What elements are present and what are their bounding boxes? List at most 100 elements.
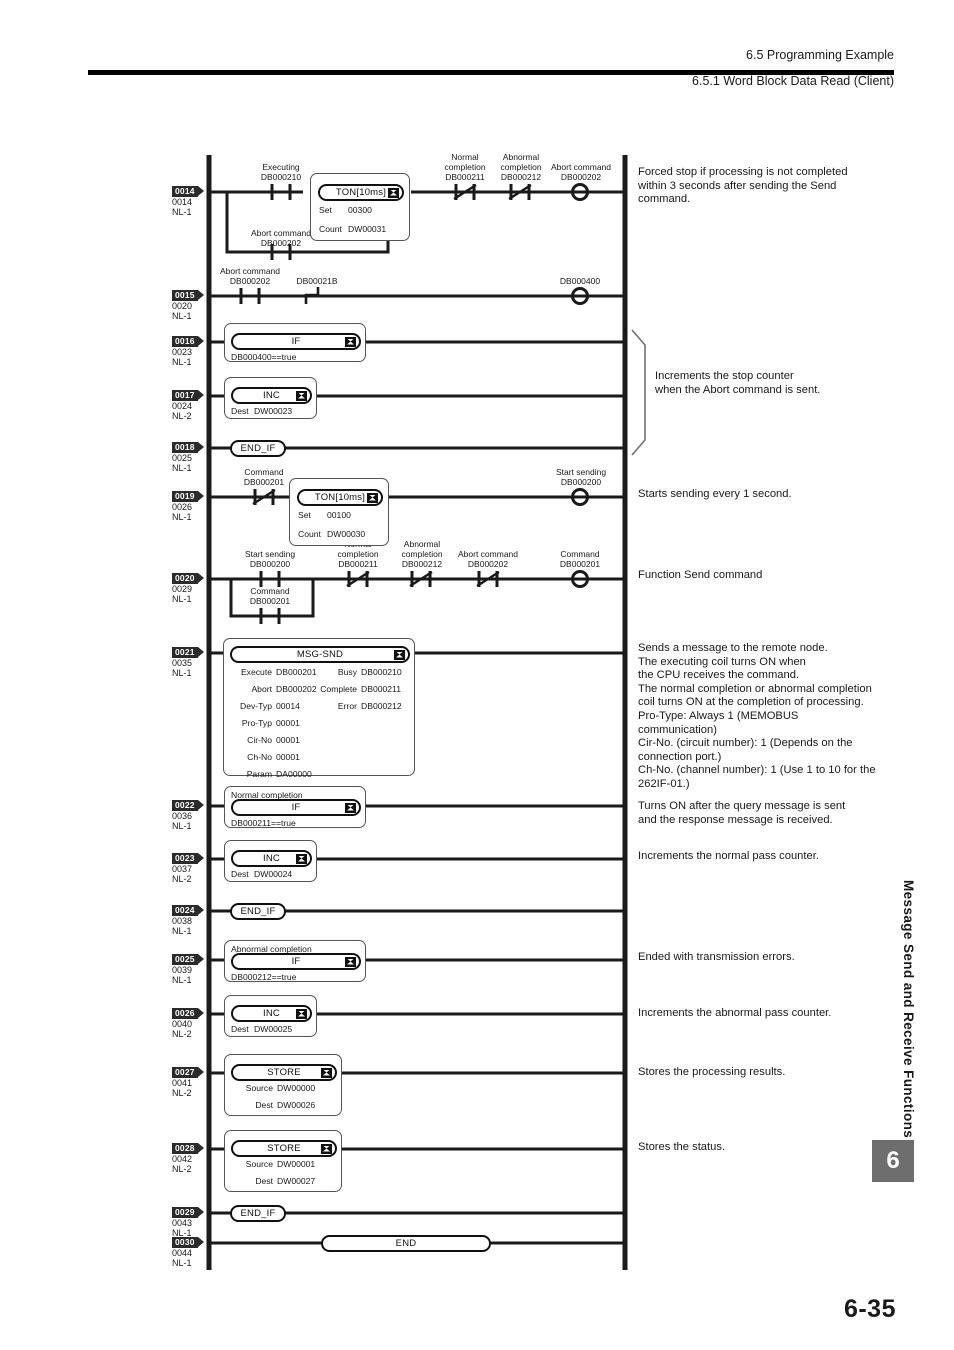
block-if-3[interactable]: Abnormal completion IF DB000212==true: [224, 940, 366, 982]
block-inc-3-name: INC: [263, 1008, 280, 1019]
block-if-1[interactable]: IF DB000400==true: [224, 323, 366, 362]
block-expand-icon[interactable]: [367, 492, 378, 503]
block-ton-1-name: TON[10ms]: [335, 187, 387, 198]
msgsnd-left-2-val: 00014: [276, 701, 300, 711]
block-store-2[interactable]: STORE Source DW00001 Dest DW00027: [224, 1130, 342, 1192]
block-if-2[interactable]: Normal completion IF DB000211==true: [224, 786, 366, 828]
block-expand-icon[interactable]: [296, 1008, 307, 1019]
block-if-1-cond: DB000400==true: [231, 352, 297, 362]
block-ton-1[interactable]: TON[10ms] Set 00300 Count DW00031: [310, 173, 410, 241]
msgsnd-left-1-key: Abort: [251, 684, 272, 694]
msgsnd-left-4-val: 00001: [276, 735, 300, 745]
note-function-send: Function Send command: [638, 569, 763, 581]
block-ton-1-row1-val: DW00031: [348, 224, 387, 234]
msgsnd-left-5-val: 00001: [276, 752, 300, 762]
block-msg-snd-header[interactable]: MSG-SND: [230, 646, 410, 663]
block-inc-3[interactable]: INC Dest DW00025: [224, 995, 317, 1037]
msgsnd-right-1-key: Complete: [320, 684, 357, 694]
block-ton-2[interactable]: TON[10ms] Set 00100 Count DW00030: [289, 478, 389, 546]
block-ton-2-row0-val: 00100: [327, 510, 351, 520]
label-command-addr-2: DB000201: [559, 559, 601, 569]
block-store-2-row0-key: Source: [245, 1159, 273, 1169]
block-endif-1[interactable]: END_IF: [230, 440, 286, 457]
block-inc-1-dest-key: Dest: [231, 406, 249, 416]
block-ton-1-row1-key: Count: [319, 224, 342, 234]
block-inc-2-dest-val: DW00024: [254, 869, 293, 879]
label-normal-addr-2: DB000211: [338, 559, 378, 569]
block-expand-icon[interactable]: [321, 1067, 332, 1078]
block-ton-2-row0-key: Set: [298, 510, 311, 520]
side-chapter-title: Message Send and Receive Functions: [901, 880, 916, 1139]
msgsnd-left-0-key: Execute: [240, 667, 272, 677]
block-store-2-name: STORE: [267, 1143, 301, 1154]
msgsnd-right-2-key: Error: [337, 701, 357, 711]
block-inc-1-name: INC: [263, 390, 280, 401]
block-inc-2-dest-key: Dest: [231, 869, 249, 879]
label-edge-addr: DB00021B: [296, 276, 338, 286]
note-starts-sending: Starts sending every 1 second.: [638, 488, 792, 500]
block-endif-3-name: END_IF: [240, 1208, 276, 1219]
msgsnd-right-2-val: DB000212: [361, 701, 402, 711]
block-expand-icon[interactable]: [296, 390, 307, 401]
msgsnd-left-4-key: Cir-No: [247, 735, 272, 745]
block-inc-1-dest-val: DW00023: [254, 406, 293, 416]
note-transmission-errors: Ended with transmission errors.: [638, 951, 795, 963]
label-abort-addr-coil: DB000202: [560, 172, 602, 182]
block-expand-icon[interactable]: [321, 1143, 332, 1154]
msgsnd-left-3-key: Pro-Typ: [241, 718, 272, 728]
block-endif-3[interactable]: END_IF: [230, 1205, 286, 1222]
block-endif-2[interactable]: END_IF: [230, 903, 286, 920]
label-coil-400: DB000400: [559, 276, 601, 286]
block-if-2-header[interactable]: IF: [231, 799, 361, 816]
block-store-1-row0-key: Source: [245, 1083, 273, 1093]
msgsnd-left-3-val: 00001: [276, 718, 300, 728]
msgsnd-left-6-key: Param: [246, 769, 272, 779]
note-stop-counter: Increments the stop counter when the Abo…: [655, 370, 821, 396]
note-forced-stop: Forced stop if processing is not complet…: [638, 166, 848, 206]
msgsnd-right-1-val: DB000211: [361, 684, 401, 694]
block-msg-snd-name: MSG-SND: [296, 649, 344, 660]
block-expand-icon[interactable]: [345, 336, 356, 347]
block-expand-icon[interactable]: [345, 802, 356, 813]
block-inc-1-header[interactable]: INC: [231, 387, 312, 404]
block-store-1[interactable]: STORE Source DW00000 Dest DW00026: [224, 1054, 342, 1116]
msgsnd-left-6-val: DA00000: [276, 769, 312, 779]
block-ton-2-name: TON[10ms]: [314, 492, 366, 503]
label-start-addr-2: DB000200: [249, 559, 291, 569]
block-endif-1-name: END_IF: [240, 443, 276, 454]
block-end[interactable]: END: [321, 1235, 491, 1252]
block-inc-2-header[interactable]: INC: [231, 850, 312, 867]
block-store-2-row1-key: Dest: [255, 1176, 273, 1186]
msgsnd-right-0-key: Busy: [337, 667, 357, 677]
block-ton-2-row1-val: DW00030: [327, 529, 366, 539]
block-if-1-name: IF: [291, 336, 301, 347]
block-if-3-name: IF: [291, 956, 301, 967]
page-number: 6-35: [843, 1295, 896, 1323]
block-if-1-header[interactable]: IF: [231, 333, 361, 350]
block-inc-2[interactable]: INC Dest DW00024: [224, 840, 317, 882]
msgsnd-right-0-val: DB000210: [361, 667, 402, 677]
block-ton-1-row0-val: 00300: [348, 205, 372, 215]
block-store-1-row1-val: DW00026: [277, 1100, 316, 1110]
chapter-tab: 6: [872, 1140, 914, 1182]
block-inc-2-name: INC: [263, 853, 280, 864]
block-store-1-row1-key: Dest: [255, 1100, 273, 1110]
note-msg-snd: Sends a message to the remote node. The …: [638, 642, 876, 790]
block-ton-2-header[interactable]: TON[10ms]: [297, 489, 383, 506]
block-inc-1[interactable]: INC Dest DW00023: [224, 377, 317, 419]
block-expand-icon[interactable]: [388, 187, 399, 198]
note-normal-pass: Increments the normal pass counter.: [638, 850, 819, 862]
block-expand-icon[interactable]: [394, 649, 405, 660]
block-store-1-header[interactable]: STORE: [231, 1064, 337, 1081]
block-expand-icon[interactable]: [296, 853, 307, 864]
note-processing-results: Stores the processing results.: [638, 1066, 786, 1078]
block-endif-2-name: END_IF: [240, 906, 276, 917]
block-store-2-header[interactable]: STORE: [231, 1140, 337, 1157]
block-ton-1-header[interactable]: TON[10ms]: [318, 184, 404, 201]
block-inc-3-header[interactable]: INC: [231, 1005, 312, 1022]
block-expand-icon[interactable]: [345, 956, 356, 967]
block-if-3-header[interactable]: IF: [231, 953, 361, 970]
block-msg-snd[interactable]: MSG-SND Execute DB000201 Abort DB000202 …: [223, 638, 415, 779]
block-store-2-row0-val: DW00001: [277, 1159, 316, 1169]
msgsnd-left-2-key: Dev-Typ: [240, 701, 272, 711]
